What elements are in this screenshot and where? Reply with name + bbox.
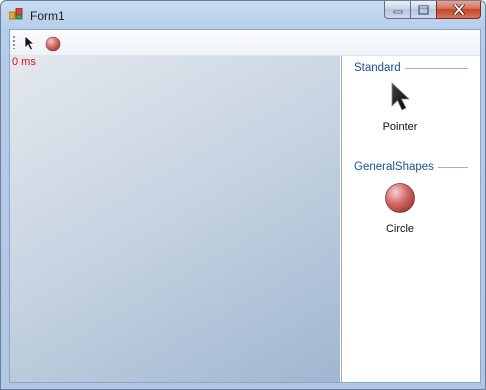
- render-time-label: 0 ms: [12, 56, 36, 68]
- minimize-button[interactable]: [384, 1, 410, 19]
- main-window: Form1 0 ms Standard Pointer GeneralShape…: [0, 0, 486, 390]
- close-button[interactable]: [436, 1, 481, 19]
- maximize-button[interactable]: [410, 1, 436, 19]
- app-icon[interactable]: [9, 8, 23, 20]
- close-icon: [452, 4, 465, 15]
- group-divider: [437, 166, 468, 168]
- caption-buttons: [384, 1, 481, 21]
- drawing-canvas[interactable]: 0 ms: [10, 56, 340, 382]
- toolbox-panel: Standard Pointer GeneralShapes Circle: [341, 56, 480, 382]
- toolbox-item-label: Circle: [385, 223, 415, 235]
- group-header-label: GeneralShapes: [354, 161, 434, 173]
- window-title: Form1: [30, 9, 65, 23]
- toolbox-group-standard[interactable]: Standard: [354, 62, 468, 74]
- toolbox-item-circle[interactable]: Circle: [350, 182, 450, 235]
- toolstrip-grip[interactable]: [13, 35, 15, 49]
- toolbox-item-pointer[interactable]: Pointer: [350, 82, 450, 133]
- client-area: 0 ms Standard Pointer GeneralShapes Circ…: [9, 29, 481, 383]
- title-bar[interactable]: Form1: [1, 1, 485, 29]
- minimize-icon: [393, 10, 402, 13]
- toolstrip: [10, 30, 480, 56]
- pointer-arrow-icon: [391, 82, 411, 111]
- group-divider: [404, 67, 468, 69]
- red-circle-icon: [385, 183, 415, 213]
- toolbox-item-label: Pointer: [382, 121, 418, 133]
- maximize-icon: [418, 5, 429, 14]
- red-circle-icon[interactable]: [45, 36, 61, 52]
- pointer-arrow-icon[interactable]: [23, 35, 37, 51]
- group-header-label: Standard: [354, 62, 401, 74]
- toolbox-group-generalshapes[interactable]: GeneralShapes: [354, 161, 468, 173]
